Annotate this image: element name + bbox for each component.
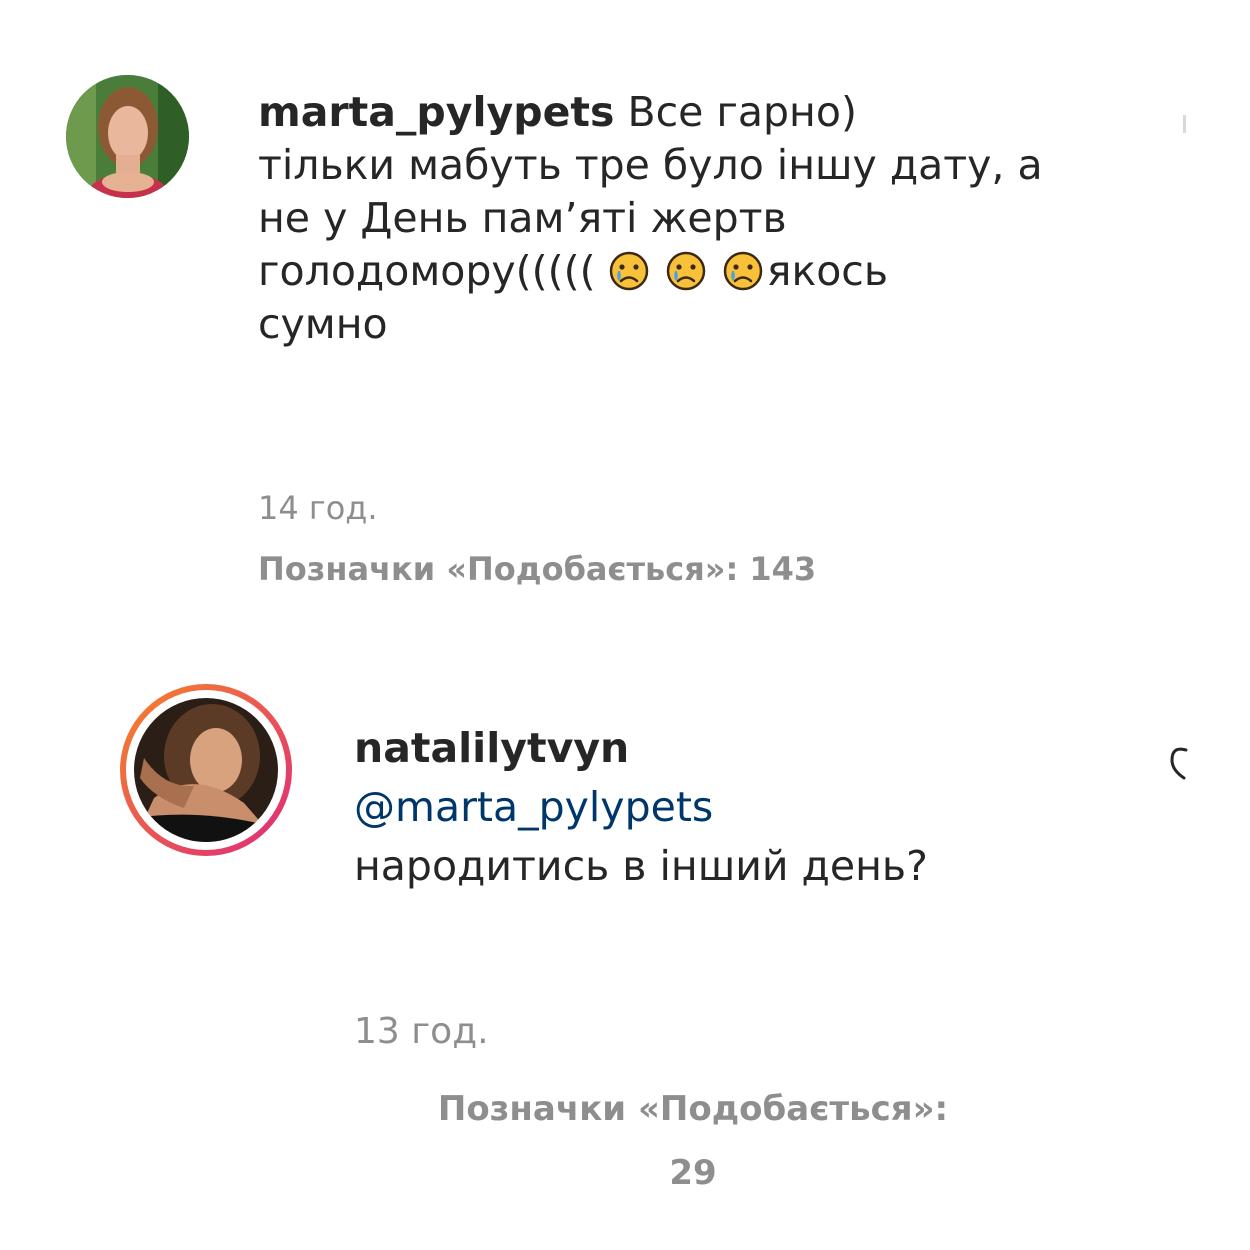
reply-likes-number: 29 [669,1153,717,1193]
comment-time[interactable]: 14 год. [258,488,378,528]
crying-face-emoji [609,251,648,291]
reply-time[interactable]: 13 год. [354,1010,489,1054]
comment-marta: marta_pylypets Все гарно) тільки мабуть … [0,0,1250,620]
reply-likes-label: Позначки «Подобається»: [437,1089,949,1129]
crying-face-emoji [723,251,763,291]
comment-text-line-3: не у День пам’яті жертв [258,194,787,242]
reply-likes-count[interactable]: Позначки «Подобається»: 29 [380,1077,1006,1205]
reply-body: natalilytvyn @marta_pylypets народитись … [354,722,1154,893]
comment-body: marta_pylypets Все гарно) тільки мабуть … [258,86,1158,351]
crying-face-emoji [666,251,705,291]
comment-text: Все гарно) [627,88,857,136]
username-link[interactable]: marta_pylypets [258,88,614,136]
avatar-natali-story-ring[interactable] [120,684,292,856]
comment-text-after-emoji: якось [766,247,888,295]
avatar-image [66,75,189,198]
comment-text-line-1: marta_pylypets Все гарно) [258,86,1158,139]
reply-username: natalilytvyn [354,722,1154,775]
reply-text: народитись в інший день? [354,842,928,890]
username-link[interactable]: natalilytvyn [354,724,629,772]
comment-text-line-5: сумно [258,300,388,348]
comment-text-line-4: голодомору((((( якось [258,245,1158,298]
comment-text-before-emoji: голодомору((((( [258,247,596,295]
scroll-edge-mark [1183,115,1186,133]
mention-link[interactable]: @marta_pylypets [354,781,1154,834]
comment-natali: natalilytvyn @marta_pylypets народитись … [0,640,1250,1200]
avatar-image [134,698,278,842]
heart-icon[interactable] [1166,742,1188,782]
likes-count[interactable]: Позначки «Подобається»: 143 [258,548,816,590]
avatar-marta[interactable] [66,75,189,198]
comment-text-line-2: тільки мабуть тре було іншу дату, а [258,141,1043,189]
